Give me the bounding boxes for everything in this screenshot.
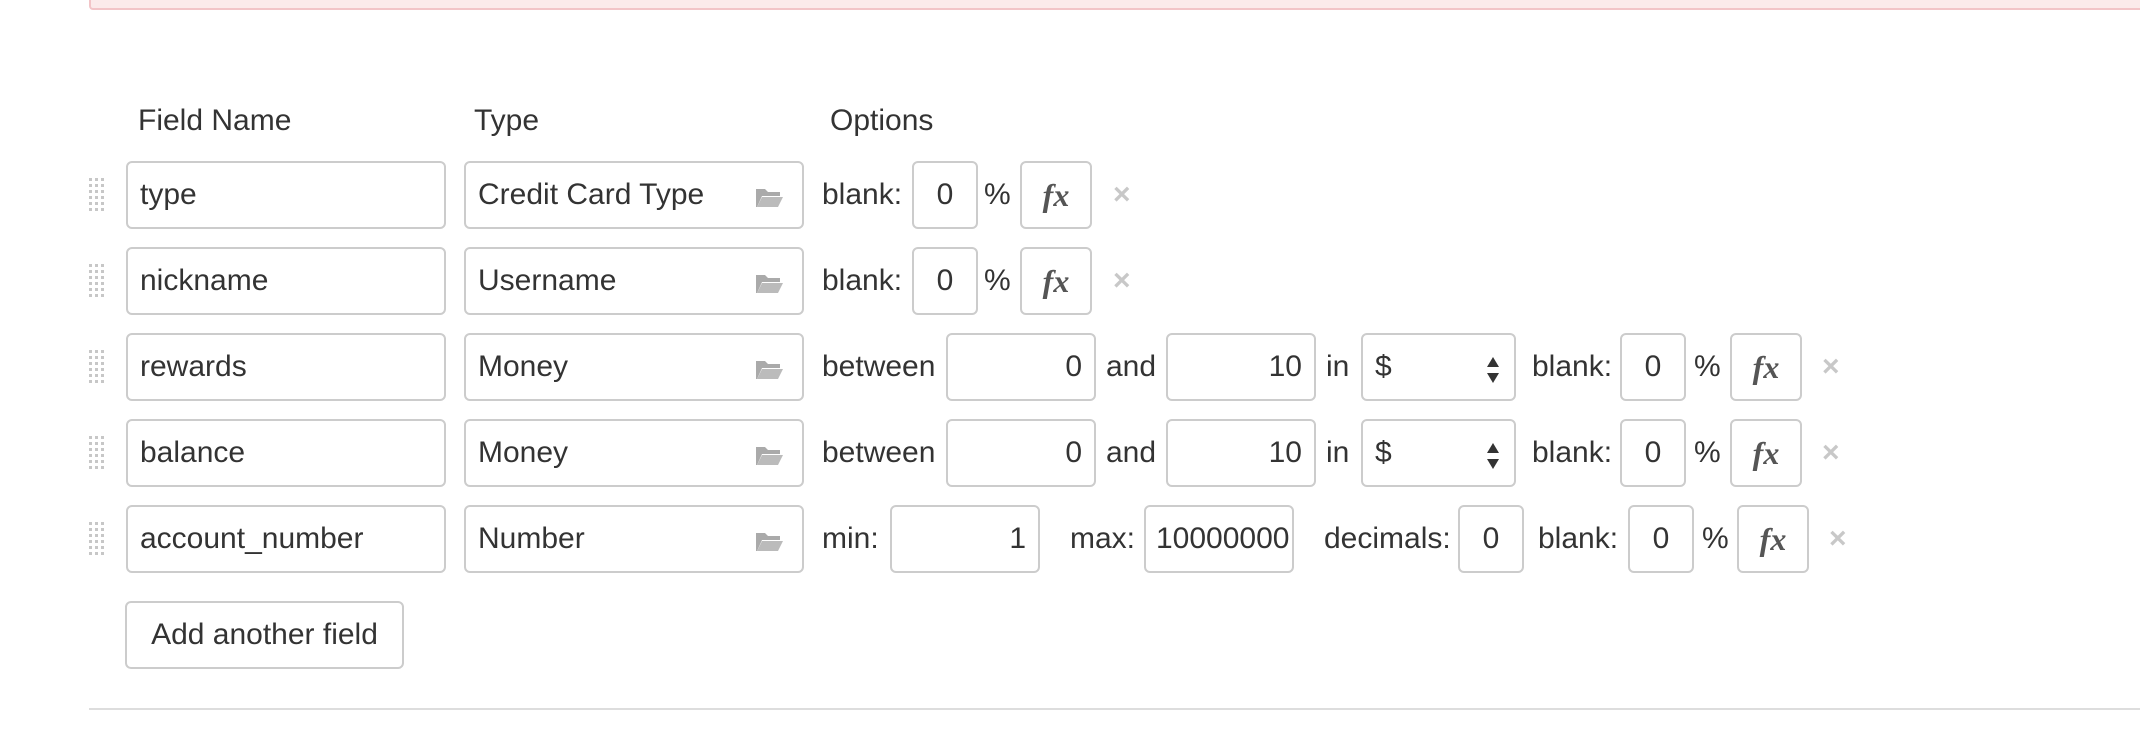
drag-handle-icon[interactable]: [89, 522, 107, 558]
and-label: and: [1106, 350, 1157, 383]
currency-value: $: [1375, 350, 1392, 383]
field-type-label: Money: [478, 436, 569, 469]
min-value-input[interactable]: 0: [946, 333, 1096, 401]
and-label: and: [1106, 436, 1157, 469]
blank-label: blank:: [822, 264, 903, 297]
between-label: between: [822, 436, 936, 469]
field-row: nickname Username blank: 0 % fx ×: [0, 247, 2140, 315]
field-type-picker[interactable]: Money: [464, 333, 804, 401]
select-arrows-icon: [1487, 357, 1499, 383]
between-label: between: [822, 350, 936, 383]
min-value-input[interactable]: 1: [890, 505, 1040, 573]
blank-percent-input[interactable]: 0: [1620, 333, 1686, 401]
blank-percent-input[interactable]: 0: [1628, 505, 1694, 573]
percent-label: %: [984, 264, 1011, 297]
decimals-input[interactable]: 0: [1458, 505, 1524, 573]
currency-select[interactable]: $: [1361, 333, 1516, 401]
percent-label: %: [984, 178, 1011, 211]
max-value-input[interactable]: 10: [1166, 419, 1316, 487]
close-icon[interactable]: ×: [1822, 333, 1840, 401]
field-name-input[interactable]: balance: [126, 419, 446, 487]
fx-icon[interactable]: fx: [1730, 419, 1802, 487]
field-row: type Credit Card Type blank: 0 % fx ×: [0, 161, 2140, 229]
blank-label: blank:: [1532, 436, 1613, 469]
divider: [89, 708, 2140, 710]
field-type-label: Username: [478, 264, 617, 297]
min-value-input[interactable]: 0: [946, 419, 1096, 487]
blank-label: blank:: [1538, 522, 1619, 555]
drag-handle-icon[interactable]: [89, 178, 107, 214]
field-name-input[interactable]: nickname: [126, 247, 446, 315]
field-type-label: Credit Card Type: [478, 178, 705, 211]
folder-open-icon: [756, 533, 783, 551]
blank-percent-input[interactable]: 0: [912, 247, 978, 315]
field-type-label: Money: [478, 350, 569, 383]
fx-icon[interactable]: fx: [1020, 247, 1092, 315]
blank-label: blank:: [822, 178, 903, 211]
min-label: min:: [822, 522, 879, 555]
drag-handle-icon[interactable]: [89, 350, 107, 386]
field-type-picker[interactable]: Number: [464, 505, 804, 573]
field-name-input[interactable]: account_number: [126, 505, 446, 573]
close-icon[interactable]: ×: [1829, 505, 1847, 573]
close-icon[interactable]: ×: [1113, 161, 1131, 229]
header-options: Options: [830, 104, 934, 137]
alert-banner: [89, 0, 2140, 10]
percent-label: %: [1694, 350, 1721, 383]
field-row: account_number Number min: 1 max: 100000…: [0, 505, 2140, 573]
blank-label: blank:: [1532, 350, 1613, 383]
header-field-name: Field Name: [138, 104, 292, 137]
fx-icon[interactable]: fx: [1730, 333, 1802, 401]
field-type-picker[interactable]: Credit Card Type: [464, 161, 804, 229]
currency-select[interactable]: $: [1361, 419, 1516, 487]
field-type-label: Number: [478, 522, 585, 555]
drag-handle-icon[interactable]: [89, 264, 107, 300]
folder-open-icon: [756, 361, 783, 379]
field-row: rewards Money between 0 and 10 in $ blan…: [0, 333, 2140, 401]
max-label: max:: [1070, 522, 1136, 555]
folder-open-icon: [756, 189, 783, 207]
in-label: in: [1326, 350, 1350, 383]
field-name-input[interactable]: type: [126, 161, 446, 229]
percent-label: %: [1694, 436, 1721, 469]
folder-open-icon: [756, 275, 783, 293]
folder-open-icon: [756, 447, 783, 465]
drag-handle-icon[interactable]: [89, 436, 107, 472]
max-value-input[interactable]: 10000000: [1144, 505, 1294, 573]
add-another-field-button[interactable]: Add another field: [125, 601, 404, 669]
close-icon[interactable]: ×: [1113, 247, 1131, 315]
fx-icon[interactable]: fx: [1737, 505, 1809, 573]
header-type: Type: [474, 104, 540, 137]
fx-icon[interactable]: fx: [1020, 161, 1092, 229]
field-type-picker[interactable]: Money: [464, 419, 804, 487]
currency-value: $: [1375, 436, 1392, 469]
field-type-picker[interactable]: Username: [464, 247, 804, 315]
field-name-input[interactable]: rewards: [126, 333, 446, 401]
blank-percent-input[interactable]: 0: [1620, 419, 1686, 487]
max-value-input[interactable]: 10: [1166, 333, 1316, 401]
percent-label: %: [1702, 522, 1729, 555]
close-icon[interactable]: ×: [1822, 419, 1840, 487]
decimals-label: decimals:: [1324, 522, 1451, 555]
field-row: balance Money between 0 and 10 in $ blan…: [0, 419, 2140, 487]
in-label: in: [1326, 436, 1350, 469]
blank-percent-input[interactable]: 0: [912, 161, 978, 229]
select-arrows-icon: [1487, 443, 1499, 469]
